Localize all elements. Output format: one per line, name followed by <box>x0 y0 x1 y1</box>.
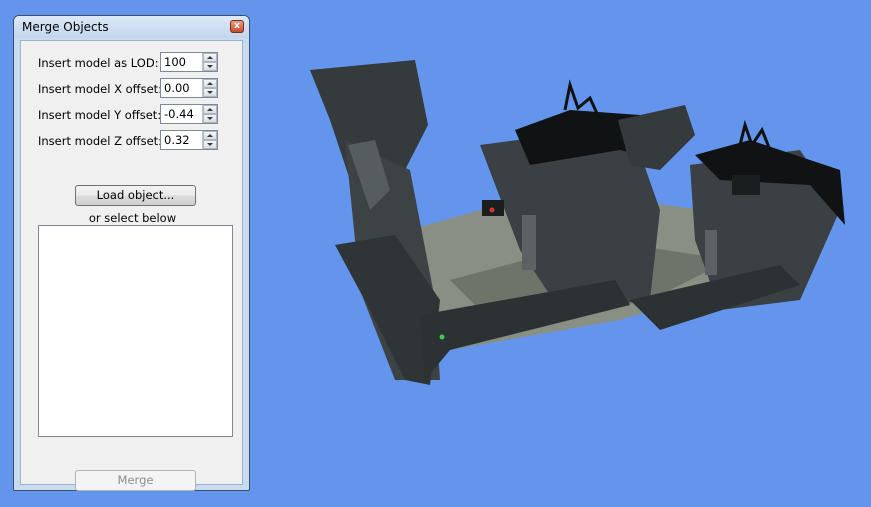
merge-button[interactable]: Merge <box>75 470 196 491</box>
window-title: Merge Objects <box>22 20 109 34</box>
control-stick-rear <box>522 215 536 270</box>
y-offset-decrement-button[interactable] <box>203 114 217 123</box>
y-offset-label: Insert model Y offset: <box>38 108 162 122</box>
x-offset-value[interactable]: 0.00 <box>164 81 190 95</box>
z-offset-input[interactable]: 0.32 <box>160 130 218 150</box>
dialog-body: Insert model as LOD: 100 Insert model X … <box>20 40 244 491</box>
arrow-up-icon <box>207 56 213 59</box>
x-offset-increment-button[interactable] <box>203 79 217 88</box>
y-offset-spinner <box>202 105 217 123</box>
y-offset-row: Insert model Y offset: -0.44 <box>21 104 244 126</box>
z-offset-increment-button[interactable] <box>203 131 217 140</box>
lod-label: Insert model as LOD: <box>38 56 159 70</box>
display-screen-right <box>732 175 760 195</box>
lod-row: Insert model as LOD: 100 <box>21 52 244 74</box>
arrow-down-icon <box>207 91 213 94</box>
model-viewport[interactable] <box>300 50 871 395</box>
z-offset-value[interactable]: 0.32 <box>164 133 190 147</box>
x-offset-label: Insert model X offset: <box>38 82 163 96</box>
lod-input[interactable]: 100 <box>160 52 218 72</box>
lod-value[interactable]: 100 <box>164 55 186 69</box>
cockpit-model[interactable] <box>310 60 845 385</box>
z-offset-decrement-button[interactable] <box>203 140 217 149</box>
arrow-up-icon <box>207 134 213 137</box>
arrow-up-icon <box>207 82 213 85</box>
arrow-down-icon <box>207 117 213 120</box>
warning-light <box>489 207 495 213</box>
load-object-button[interactable]: Load object... <box>75 185 196 206</box>
title-bar[interactable]: Merge Objects x <box>14 16 249 38</box>
close-button[interactable]: x <box>230 20 244 33</box>
x-offset-row: Insert model X offset: 0.00 <box>21 78 244 100</box>
x-offset-decrement-button[interactable] <box>203 88 217 97</box>
y-offset-input[interactable]: -0.44 <box>160 104 218 124</box>
lod-spinner <box>202 53 217 71</box>
lod-increment-button[interactable] <box>203 53 217 62</box>
merge-objects-window: Merge Objects x Insert model as LOD: 100… <box>13 15 250 491</box>
or-select-label: or select below <box>88 211 177 225</box>
y-offset-value[interactable]: -0.44 <box>164 107 194 121</box>
z-offset-row: Insert model Z offset: 0.32 <box>21 130 244 152</box>
arrow-down-icon <box>207 143 213 146</box>
lod-decrement-button[interactable] <box>203 62 217 71</box>
arrow-up-icon <box>207 108 213 111</box>
control-stick-front <box>705 230 717 275</box>
y-offset-increment-button[interactable] <box>203 105 217 114</box>
object-list[interactable] <box>38 225 233 437</box>
z-offset-spinner <box>202 131 217 149</box>
x-offset-spinner <box>202 79 217 97</box>
z-offset-label: Insert model Z offset: <box>38 134 163 148</box>
x-offset-input[interactable]: 0.00 <box>160 78 218 98</box>
close-icon: x <box>234 21 240 31</box>
arrow-down-icon <box>207 65 213 68</box>
indicator-light <box>439 334 445 340</box>
